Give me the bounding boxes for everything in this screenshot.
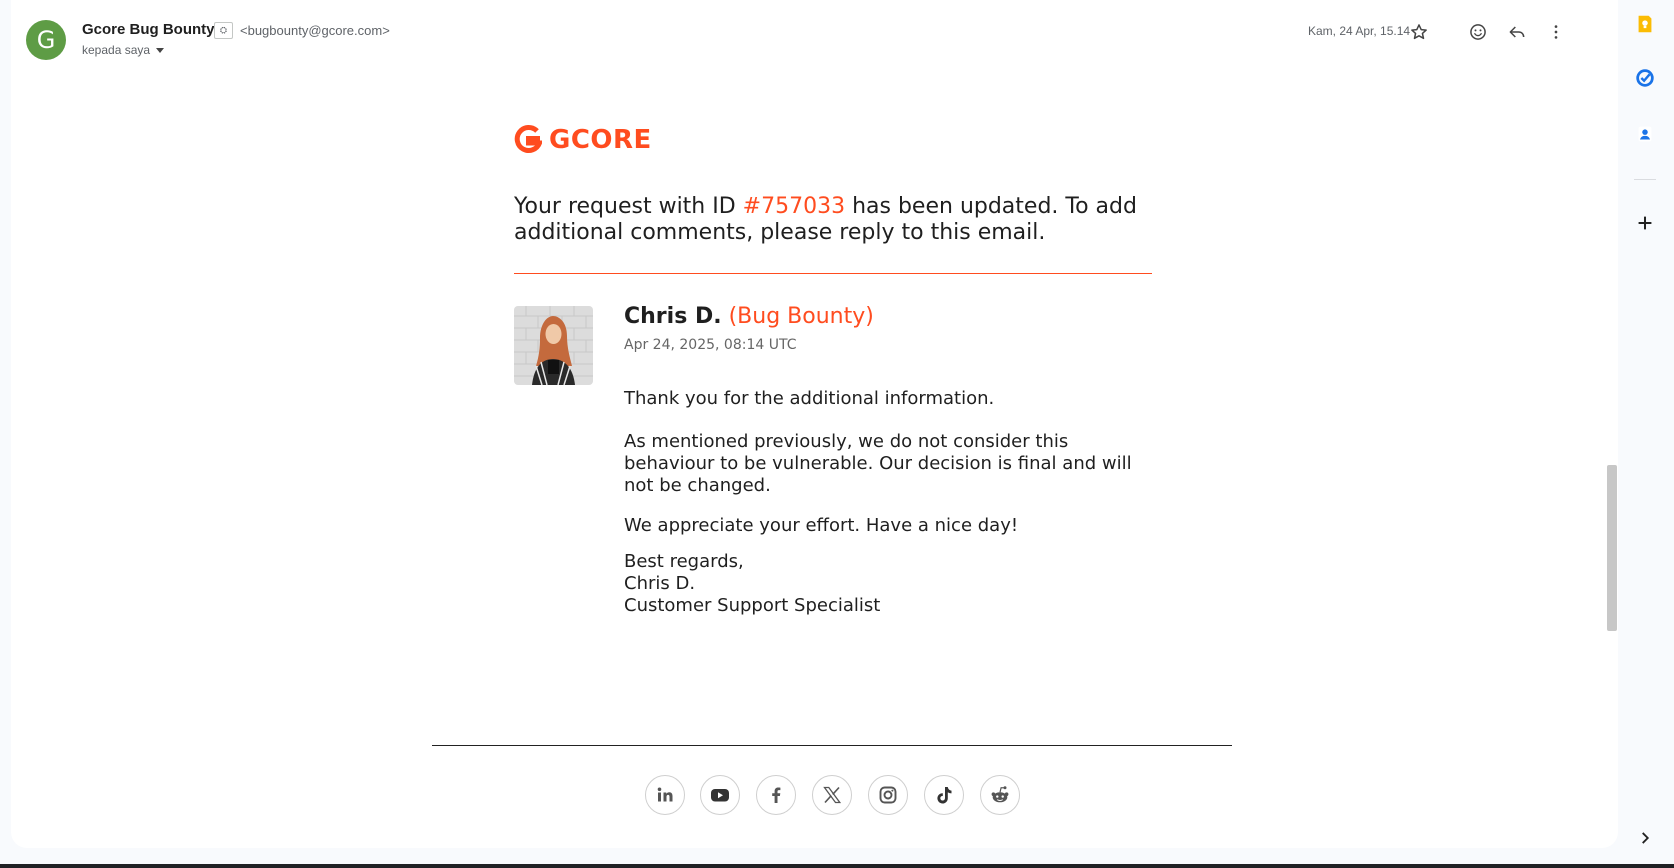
tasks-button[interactable] <box>1629 62 1661 94</box>
star-button[interactable] <box>1403 16 1435 48</box>
email-date: Kam, 24 Apr, 15.14 <box>1308 24 1411 38</box>
message-paragraph: As mentioned previously, we do not consi… <box>624 431 1132 496</box>
ticket-id: #757033 <box>742 194 846 219</box>
logo-text: GCORE <box>549 125 652 155</box>
gcore-logo-icon <box>514 125 542 153</box>
contacts-button[interactable] <box>1629 118 1661 150</box>
email-view <box>11 0 1618 848</box>
divider <box>514 273 1152 274</box>
agent-role: (Bug Bounty) <box>728 304 874 329</box>
linkedin-link[interactable] <box>645 775 685 815</box>
add-icon <box>1638 216 1652 230</box>
reply-button[interactable] <box>1501 16 1533 48</box>
email-headline: Your request with ID #757033 has been up… <box>514 194 1154 246</box>
tiktok-link[interactable] <box>924 775 964 815</box>
sender-avatar[interactable]: G <box>26 20 66 60</box>
sender-badge-icon: ⛭ <box>214 22 233 39</box>
keep-icon <box>1638 15 1652 33</box>
signature: Best regards, Chris D. Customer Support … <box>624 551 881 616</box>
expand-panel-button[interactable] <box>1629 822 1661 854</box>
agent-name: Chris D. <box>624 304 722 329</box>
emoji-reaction-button[interactable] <box>1462 16 1494 48</box>
youtube-link[interactable] <box>700 775 740 815</box>
x-icon <box>823 786 842 804</box>
recipient-dropdown[interactable]: kepada saya <box>82 43 165 57</box>
tiktok-icon <box>937 787 952 804</box>
emoji-icon <box>1470 24 1486 40</box>
chevron-right-icon <box>1642 832 1650 844</box>
more-options-button[interactable] <box>1540 16 1572 48</box>
tasks-icon <box>1636 69 1654 87</box>
agent-name-line: Chris D. (Bug Bounty) <box>624 304 874 329</box>
instagram-icon <box>879 786 897 804</box>
agent-avatar <box>514 306 593 385</box>
facebook-icon <box>772 787 781 803</box>
star-icon <box>1411 24 1427 40</box>
gcore-logo: GCORE <box>514 124 652 156</box>
linkedin-icon <box>657 787 673 802</box>
bottom-bar <box>0 864 1674 868</box>
footer-divider <box>432 745 1232 746</box>
scrollbar-thumb[interactable] <box>1607 465 1617 631</box>
sender-email: <bugbounty@gcore.com> <box>240 23 390 38</box>
contacts-icon <box>1638 126 1652 142</box>
x-link[interactable] <box>812 775 852 815</box>
add-addon-button[interactable] <box>1629 207 1661 239</box>
instagram-link[interactable] <box>868 775 908 815</box>
message-paragraph: Thank you for the additional information… <box>624 388 995 409</box>
message-paragraph: We appreciate your effort. Have a nice d… <box>624 515 1019 536</box>
reddit-icon <box>991 786 1009 803</box>
facebook-link[interactable] <box>756 775 796 815</box>
reddit-link[interactable] <box>980 775 1020 815</box>
rail-divider <box>1634 179 1656 180</box>
recipient-label: kepada saya <box>82 43 151 57</box>
youtube-icon <box>711 789 729 802</box>
headline-prefix: Your request with ID <box>514 194 743 219</box>
reply-icon <box>1509 26 1525 38</box>
caret-down-icon <box>156 48 165 54</box>
more-vert-icon <box>1554 25 1558 39</box>
keep-button[interactable] <box>1629 8 1661 40</box>
agent-date: Apr 24, 2025, 08:14 UTC <box>624 337 797 353</box>
sender-name[interactable]: Gcore Bug Bounty <box>82 21 215 38</box>
agent-photo-image <box>514 306 593 385</box>
